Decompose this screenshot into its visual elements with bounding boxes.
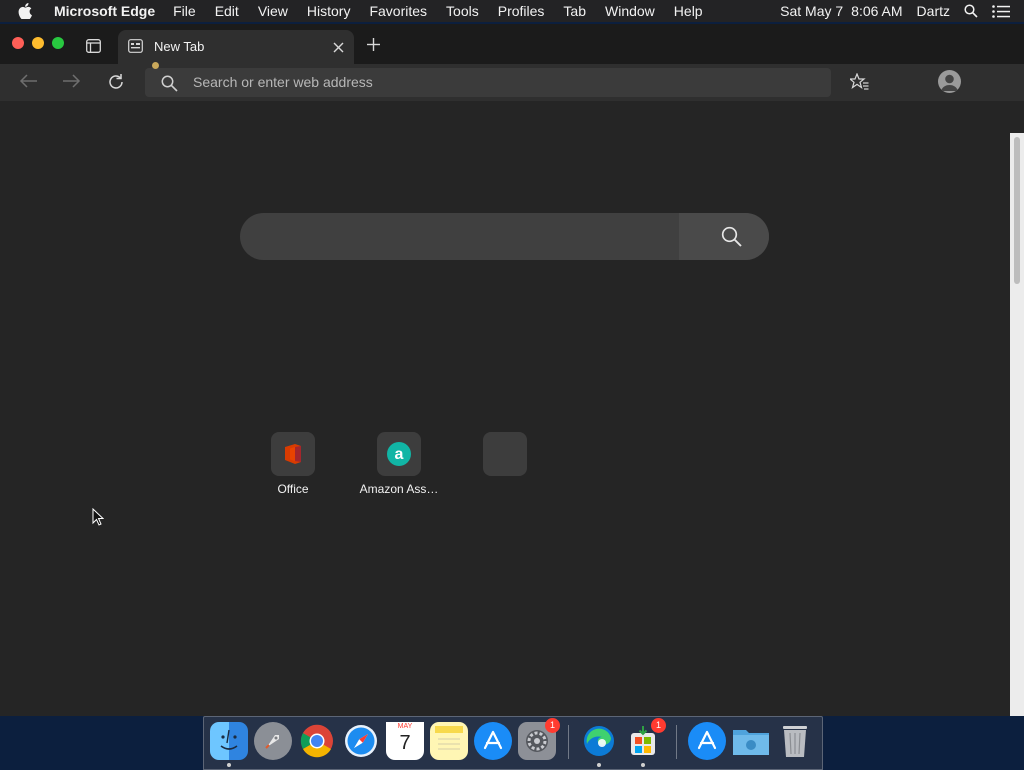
chrome-icon[interactable] xyxy=(298,722,336,760)
menu-file[interactable]: File xyxy=(173,3,196,19)
running-indicator xyxy=(227,763,231,767)
calendar-icon[interactable]: MAY 7 xyxy=(386,722,424,760)
window-maximize-button[interactable] xyxy=(52,37,64,49)
loading-indicator xyxy=(152,62,159,69)
web-search-button[interactable] xyxy=(679,213,769,260)
app-name-menu[interactable]: Microsoft Edge xyxy=(54,3,155,19)
app-store-icon[interactable] xyxy=(474,722,512,760)
quick-link-label: Office xyxy=(277,482,309,496)
quick-link-office[interactable]: Office xyxy=(248,432,338,496)
menu-help[interactable]: Help xyxy=(674,3,703,19)
notification-badge: 1 xyxy=(545,718,560,733)
calendar-day: 7 xyxy=(399,732,411,754)
back-arrow-icon[interactable] xyxy=(19,73,38,94)
dock-separator xyxy=(676,725,677,759)
dock: MAY 7 1 1 xyxy=(203,716,823,770)
finder-icon[interactable] xyxy=(210,722,248,760)
menu-profiles[interactable]: Profiles xyxy=(498,3,545,19)
scrollbar-thumb[interactable] xyxy=(1014,137,1020,284)
window-minimize-button[interactable] xyxy=(32,37,44,49)
amazon-assistant-icon: a xyxy=(377,432,421,476)
applications-folder-icon[interactable] xyxy=(688,722,726,760)
microsoft-installer-icon[interactable]: 1 xyxy=(624,718,666,760)
edge-icon[interactable] xyxy=(580,722,618,760)
menu-window[interactable]: Window xyxy=(605,3,655,19)
downloads-folder-icon[interactable] xyxy=(732,722,770,760)
tab-new-tab[interactable]: New Tab xyxy=(118,30,354,64)
address-bar-placeholder: Search or enter web address xyxy=(193,74,373,90)
dock-separator xyxy=(568,725,569,759)
menu-favorites[interactable]: Favorites xyxy=(369,3,427,19)
system-preferences-icon[interactable]: 1 xyxy=(518,718,560,760)
menu-bar: Microsoft Edge File Edit View History Fa… xyxy=(0,0,1024,22)
web-search-box[interactable] xyxy=(240,213,769,260)
menubar-user[interactable]: Dartz xyxy=(917,3,950,19)
safari-icon[interactable] xyxy=(342,722,380,760)
launchpad-icon[interactable] xyxy=(254,722,292,760)
office-icon xyxy=(271,432,315,476)
page-scrollbar[interactable] xyxy=(1010,133,1024,716)
navigation-toolbar: Search or enter web address xyxy=(0,64,1024,101)
menu-tools[interactable]: Tools xyxy=(446,3,479,19)
menu-tab[interactable]: Tab xyxy=(563,3,586,19)
window-close-button[interactable] xyxy=(12,37,24,49)
apple-menu-icon[interactable] xyxy=(18,3,38,19)
calendar-month: MAY xyxy=(386,722,424,731)
running-indicator xyxy=(641,763,645,767)
refresh-icon[interactable] xyxy=(107,73,125,96)
menu-view[interactable]: View xyxy=(258,3,288,19)
menubar-time[interactable]: 8:06 AM xyxy=(851,3,902,19)
profile-avatar-icon[interactable] xyxy=(938,70,961,93)
tab-bar: New Tab xyxy=(0,24,1024,64)
notes-icon[interactable] xyxy=(430,722,468,760)
new-tab-page-icon xyxy=(128,39,143,58)
tab-actions-icon[interactable] xyxy=(86,39,101,58)
spotlight-search-icon[interactable] xyxy=(964,4,978,18)
empty-tile xyxy=(483,432,527,476)
favorites-star-icon[interactable] xyxy=(848,72,869,95)
tab-close-icon[interactable] xyxy=(333,40,344,58)
address-bar[interactable]: Search or enter web address xyxy=(145,68,831,97)
svg-text:a: a xyxy=(395,446,404,463)
notification-badge: 1 xyxy=(651,718,666,733)
running-indicator xyxy=(597,763,601,767)
browser-window: New Tab Search or enter web address Offi… xyxy=(0,24,1024,716)
quick-link-label: Amazon Ass… xyxy=(359,482,439,496)
new-tab-page: Office a Amazon Ass… xyxy=(0,101,1024,716)
menubar-date[interactable]: Sat May 7 xyxy=(780,3,843,19)
quick-link-amazon-assistant[interactable]: a Amazon Ass… xyxy=(354,432,444,496)
quick-link-empty[interactable] xyxy=(460,432,550,482)
mouse-cursor-icon xyxy=(92,507,105,531)
control-center-icon[interactable] xyxy=(992,4,1010,18)
search-icon xyxy=(161,75,178,97)
menu-history[interactable]: History xyxy=(307,3,351,19)
new-tab-plus-icon[interactable] xyxy=(366,37,381,57)
tab-title: New Tab xyxy=(154,39,205,54)
trash-icon[interactable] xyxy=(776,722,814,760)
forward-arrow-icon[interactable] xyxy=(62,73,81,94)
magnifier-icon xyxy=(721,226,742,252)
menu-edit[interactable]: Edit xyxy=(215,3,239,19)
